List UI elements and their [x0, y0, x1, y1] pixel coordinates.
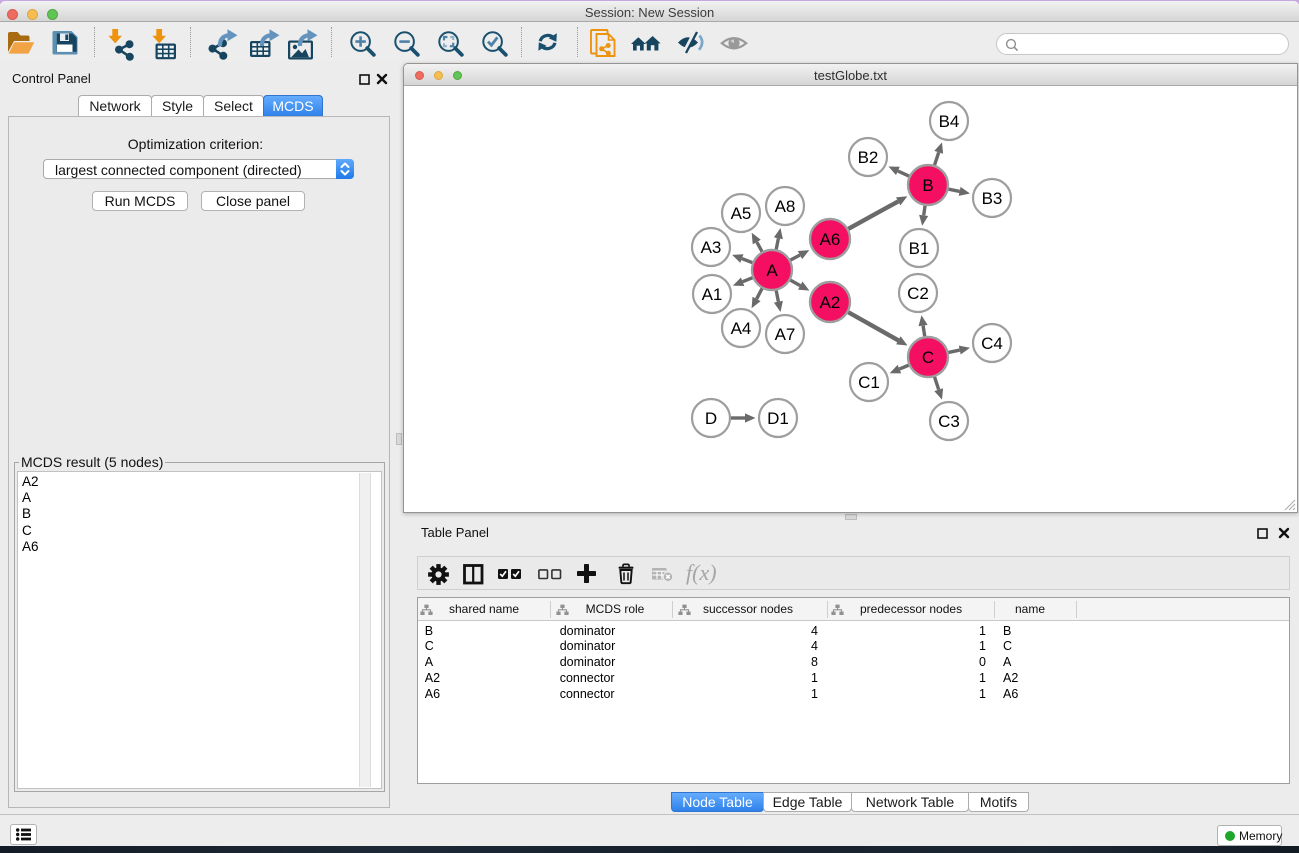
svg-text:C3: C3 [938, 412, 960, 431]
svg-text:B3: B3 [982, 189, 1003, 208]
svg-text:A3: A3 [701, 238, 722, 257]
svg-text:A1: A1 [702, 285, 723, 304]
svg-text:A6: A6 [820, 230, 841, 249]
svg-text:B4: B4 [939, 112, 960, 131]
svg-text:A2: A2 [820, 293, 841, 312]
svg-text:A8: A8 [775, 197, 796, 216]
svg-text:B1: B1 [909, 239, 930, 258]
svg-text:C2: C2 [907, 284, 929, 303]
svg-text:C4: C4 [981, 334, 1003, 353]
svg-text:A5: A5 [731, 204, 752, 223]
svg-text:D: D [705, 409, 717, 428]
svg-text:B: B [922, 176, 933, 195]
svg-text:A7: A7 [775, 325, 796, 344]
svg-text:A: A [766, 261, 778, 280]
svg-text:C1: C1 [858, 373, 880, 392]
svg-text:A4: A4 [731, 319, 752, 338]
svg-text:C: C [922, 348, 934, 367]
svg-text:B2: B2 [858, 148, 879, 167]
svg-text:D1: D1 [767, 409, 789, 428]
